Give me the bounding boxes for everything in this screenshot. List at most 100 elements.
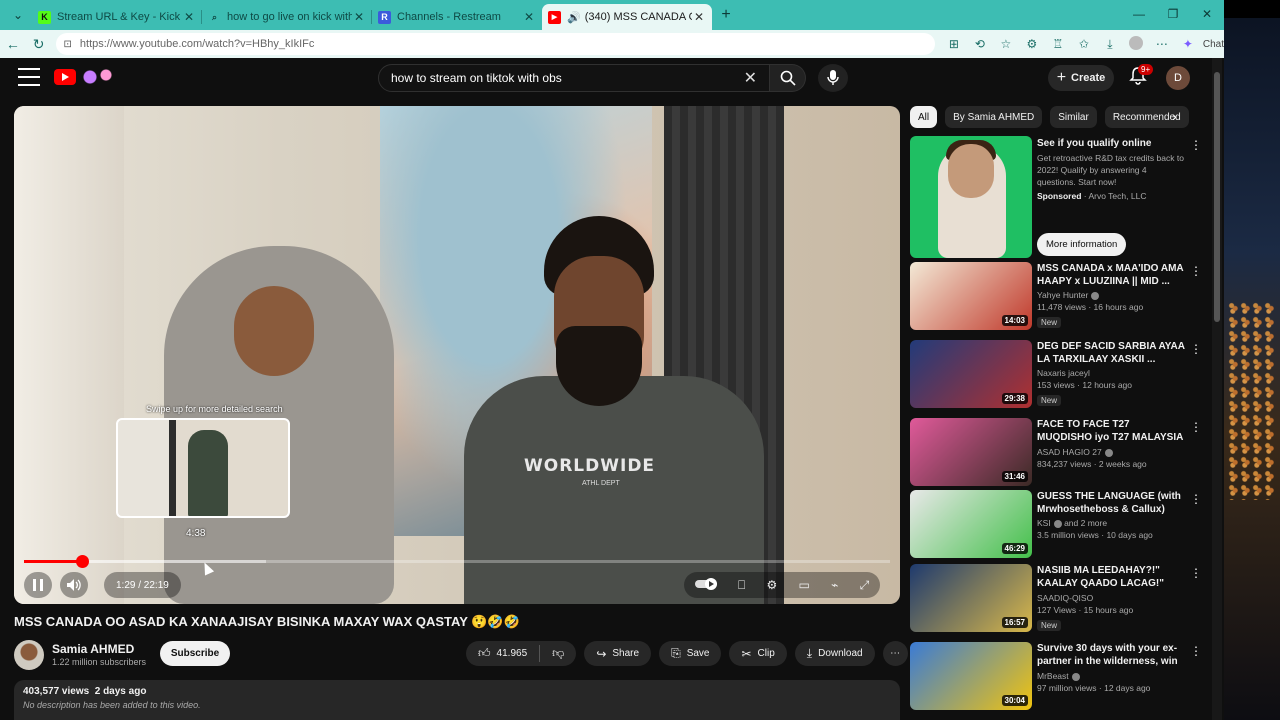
settings-gear-icon[interactable]: ⚙ xyxy=(766,578,777,592)
profile-extension-icon[interactable]: ♖ xyxy=(1045,37,1071,51)
more-vert-icon[interactable]: ⋮ xyxy=(1190,420,1202,434)
chip-all[interactable]: All xyxy=(910,106,938,128)
chat-label[interactable]: Chat xyxy=(1203,39,1224,50)
address-bar[interactable]: ⊡ https://www.youtube.com/watch?v=HBhy_k… xyxy=(55,33,935,55)
pause-button[interactable] xyxy=(24,572,52,598)
video-thumbnail[interactable]: 29:38 xyxy=(910,340,1032,408)
reload-icon[interactable]: ↻ xyxy=(26,36,52,53)
channel-name[interactable]: SAADIQ-QISO xyxy=(1037,593,1093,603)
video-title[interactable]: NASIIB MA LEEDAHAY?!" KAALAY QAADO LACAG… xyxy=(1037,564,1187,591)
autoplay-toggle[interactable] xyxy=(694,577,717,593)
ad-thumbnail[interactable] xyxy=(910,136,1032,258)
subtitles-icon[interactable]: ⎕ xyxy=(738,578,745,593)
speaker-icon[interactable]: 🔊 xyxy=(567,11,581,24)
close-tab-icon[interactable]: ✕ xyxy=(352,10,366,24)
more-vert-icon[interactable]: ⋮ xyxy=(1190,566,1202,580)
create-button[interactable]: + Create xyxy=(1048,65,1114,91)
video-thumbnail[interactable]: 31:46 xyxy=(910,418,1032,486)
volume-button[interactable] xyxy=(60,572,88,598)
recommended-video[interactable]: 30:04 Survive 30 days with your ex-partne… xyxy=(910,642,1210,712)
search-input[interactable]: how to stream on tiktok with obs ✕ xyxy=(378,64,770,92)
chip-by-channel[interactable]: By Samia AHMED xyxy=(945,106,1043,128)
chevron-right-icon[interactable]: › xyxy=(1172,108,1177,124)
progress-bar[interactable] xyxy=(24,555,890,568)
new-tab-button[interactable]: + xyxy=(712,6,740,24)
more-vert-icon[interactable]: ⋮ xyxy=(1190,264,1202,278)
recommended-video[interactable]: 31:46 FACE TO FACE T27 MUQDISHO iyo T27 M… xyxy=(910,418,1210,488)
chip-similar[interactable]: Similar xyxy=(1050,106,1097,128)
video-title[interactable]: Survive 30 days with your ex-partner in … xyxy=(1037,642,1187,669)
youtube-logo[interactable] xyxy=(54,67,118,89)
tab-restream[interactable]: R Channels - Restream ✕ xyxy=(372,4,542,30)
recommended-video[interactable]: 14:03 MSS CANADA x MAA'IDO AMA HAAPY x LU… xyxy=(910,262,1210,332)
recommended-video[interactable]: 46:29 GUESS THE LANGUAGE (with Mrwhosethe… xyxy=(910,490,1210,560)
close-tab-icon[interactable]: ✕ xyxy=(522,10,536,24)
video-title[interactable]: FACE TO FACE T27 MUQDISHO iyo T27 MALAYS… xyxy=(1037,418,1187,445)
more-actions-button[interactable]: ⋯ xyxy=(882,641,908,666)
video-title[interactable]: DEG DEF SACID SARBIA AYAA LA TARXILAAY X… xyxy=(1037,340,1187,366)
voice-search-button[interactable] xyxy=(818,64,848,92)
tab-search-button[interactable]: ⌄ xyxy=(4,4,32,26)
tab-kick-dashboard[interactable]: K Stream URL & Key - Kick Dashbo... ✕ xyxy=(32,4,202,30)
video-thumbnail[interactable]: 46:29 xyxy=(910,490,1032,558)
more-menu-icon[interactable]: ⋯ xyxy=(1149,37,1175,51)
description-box[interactable]: 403,577 views 2 days ago No description … xyxy=(14,680,900,720)
favorite-star-icon[interactable]: ☆ xyxy=(993,37,1019,51)
scrollbar-thumb[interactable] xyxy=(1214,72,1220,322)
channel-name[interactable]: KSI xyxy=(1037,518,1051,528)
channel-name[interactable]: ASAD HAGIO 27 xyxy=(1037,447,1102,457)
minimize-icon[interactable]: — xyxy=(1122,0,1156,30)
more-vert-icon[interactable]: ⋮ xyxy=(1190,644,1202,658)
menu-icon[interactable] xyxy=(18,68,40,86)
subscribe-button[interactable]: Subscribe xyxy=(160,641,230,666)
recommended-video[interactable]: 29:38 DEG DEF SACID SARBIA AYAA LA TARXIL… xyxy=(910,340,1210,410)
scrubber-handle[interactable] xyxy=(75,555,89,568)
cast-icon[interactable]: ⌁ xyxy=(831,578,838,592)
video-thumbnail[interactable]: 30:04 xyxy=(910,642,1032,710)
dislike-button[interactable]: 👎︎ xyxy=(540,641,576,666)
back-icon[interactable]: ← xyxy=(0,36,26,52)
extension-icon[interactable]: ⚙ xyxy=(1019,37,1045,51)
video-title[interactable]: GUESS THE LANGUAGE (with Mrwhosetheboss … xyxy=(1037,490,1187,516)
share-button[interactable]: ↪ Share xyxy=(584,641,652,666)
translate-icon[interactable]: ⟲ xyxy=(967,37,993,51)
account-avatar[interactable]: D xyxy=(1166,66,1190,90)
app-available-icon[interactable]: ⊞ xyxy=(941,37,967,51)
more-vert-icon[interactable]: ⋮ xyxy=(1190,138,1202,152)
channel-name[interactable]: Samia AHMED xyxy=(52,642,134,656)
save-button[interactable]: ⎘ Save xyxy=(659,641,722,666)
tab-youtube-video[interactable]: ▶ 🔊 (340) MSS CANADA OO ASAD... ✕ xyxy=(542,4,712,30)
notifications-button[interactable]: 9+ xyxy=(1128,64,1154,90)
favorites-icon[interactable]: ✩ xyxy=(1071,37,1097,51)
channel-name[interactable]: MrBeast xyxy=(1037,671,1069,681)
profile-icon[interactable] xyxy=(1123,35,1149,53)
copilot-icon[interactable]: ✦ xyxy=(1175,37,1201,51)
sponsored-ad[interactable]: See if you qualify online Get retroactiv… xyxy=(910,136,1210,258)
more-information-button[interactable]: More information xyxy=(1037,233,1127,256)
close-tab-icon[interactable]: ✕ xyxy=(182,10,196,24)
recommended-video[interactable]: 16:57 NASIIB MA LEEDAHAY?!" KAALAY QAADO … xyxy=(910,564,1210,634)
download-icon[interactable]: ⤓ xyxy=(1097,37,1123,52)
page-scrollbar[interactable] xyxy=(1212,58,1222,720)
download-button[interactable]: ⤓ Download xyxy=(794,641,875,666)
video-thumbnail[interactable]: 16:57 xyxy=(910,564,1032,632)
channel-name[interactable]: Naxaris jaceyl xyxy=(1037,368,1090,378)
video-thumbnail[interactable]: 14:03 xyxy=(910,262,1032,330)
clear-search-icon[interactable]: ✕ xyxy=(744,68,757,88)
restore-icon[interactable]: ❐ xyxy=(1156,0,1190,30)
channel-avatar[interactable] xyxy=(14,640,44,670)
channel-name[interactable]: Yahye Hunter xyxy=(1037,290,1088,300)
clip-button[interactable]: ✂ Clip xyxy=(729,641,787,666)
more-vert-icon[interactable]: ⋮ xyxy=(1190,342,1202,356)
video-title[interactable]: MSS CANADA x MAA'IDO AMA HAAPY x LUUZIIN… xyxy=(1037,262,1187,288)
tab-search-results[interactable]: ⌕ how to go live on kick with 0 follo...… xyxy=(202,4,372,30)
like-button[interactable]: 👍︎ 41.965 xyxy=(466,641,539,666)
miniplayer-icon[interactable]: ▭ xyxy=(799,578,810,592)
close-tab-icon[interactable]: ✕ xyxy=(692,10,706,24)
more-vert-icon[interactable]: ⋮ xyxy=(1190,492,1202,506)
video-player[interactable]: WORLDWIDE ATHL DEPT Swipe up for more det… xyxy=(14,106,900,604)
search-button[interactable] xyxy=(770,64,806,92)
fullscreen-icon[interactable]: ⤢ xyxy=(860,578,870,593)
close-window-icon[interactable]: ✕ xyxy=(1190,0,1224,30)
site-info-icon[interactable]: ⊡ xyxy=(64,39,72,50)
